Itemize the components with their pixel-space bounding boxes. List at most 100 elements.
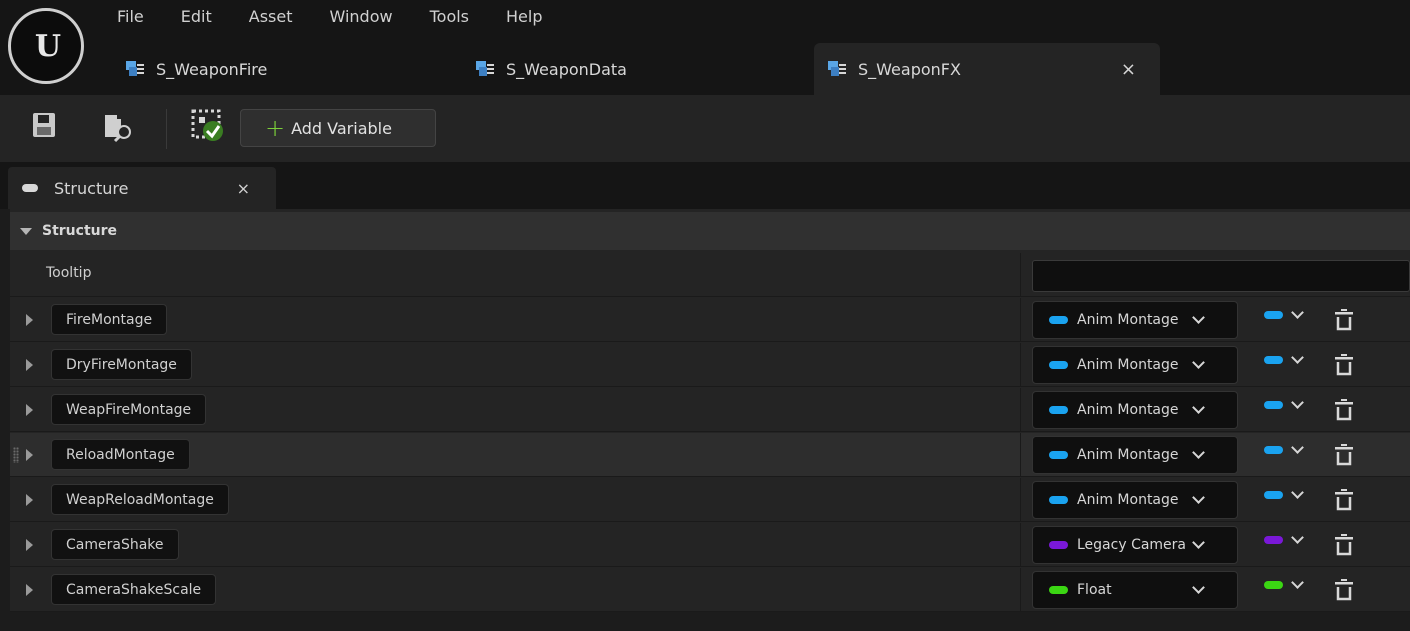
add-variable-label: Add Variable [291,118,392,138]
chevron-down-icon [1192,491,1205,504]
tab-s-weaponfire[interactable]: S_WeaponFire [112,43,452,95]
toolbar-separator [166,109,167,149]
menu-help[interactable]: Help [506,7,542,26]
member-type-select[interactable]: Legacy Camera Shake [1032,526,1238,564]
member-type-select[interactable]: Anim Montage [1032,391,1238,429]
expand-arrow-icon[interactable] [26,359,33,371]
expand-arrow-icon[interactable] [26,494,33,506]
container-type-select[interactable] [1264,576,1304,589]
pin-type-icon [1264,401,1283,409]
chevron-down-icon [1291,486,1304,499]
member-type-select[interactable]: Anim Montage [1032,481,1238,519]
unreal-logo[interactable]: U [8,8,84,84]
trash-icon[interactable] [1335,444,1353,466]
menu-file[interactable]: File [117,7,144,26]
add-variable-button[interactable]: + Add Variable [240,109,436,147]
member-type-select[interactable]: Anim Montage [1032,301,1238,339]
member-name-field[interactable]: ReloadMontage [51,439,190,470]
member-type-label: Anim Montage [1077,312,1179,328]
tab-label: S_WeaponFire [156,59,268,79]
chevron-down-icon [1192,536,1205,549]
container-type-select[interactable] [1264,531,1304,544]
trash-icon[interactable] [1335,579,1353,601]
plus-icon: + [265,114,286,142]
member-name-field[interactable]: WeapFireMontage [51,394,207,425]
pin-type-icon [1049,496,1068,504]
tab-label: S_WeaponFX [858,59,961,79]
member-type-label: Legacy Camera Shake [1077,537,1186,553]
pin-type-icon [1264,491,1283,499]
struct-asset-icon [126,61,144,77]
close-icon[interactable]: × [237,179,250,198]
member-row: CameraShakeScale Float [10,568,1410,612]
trash-icon[interactable] [1335,309,1353,331]
tooltip-input[interactable] [1032,260,1410,292]
panel-tab-label: Structure [54,178,129,198]
member-row: DryFireMontage Anim Montage [10,343,1410,387]
tab-structure[interactable]: Structure × [8,167,276,209]
member-row: FireMontage Anim Montage [10,298,1410,342]
menu-window[interactable]: Window [330,7,393,26]
expand-arrow-icon[interactable] [26,404,33,416]
menu-tools[interactable]: Tools [430,7,469,26]
pin-type-icon [1049,406,1068,414]
menu-edit[interactable]: Edit [181,7,212,26]
chevron-down-icon [1291,306,1304,319]
chevron-down-icon [1291,531,1304,544]
member-name-field[interactable]: CameraShake [51,529,179,560]
member-type-select[interactable]: Anim Montage [1032,436,1238,474]
expand-arrow-icon[interactable] [26,449,33,461]
column-divider [1020,478,1021,521]
tooltip-label: Tooltip [46,265,92,281]
pin-type-icon [1264,356,1283,364]
pin-type-icon [1264,581,1283,589]
toolbar: + Add Variable [0,95,1410,162]
category-label: Structure [42,223,118,239]
browse-icon[interactable] [104,113,134,143]
member-row: ReloadMontage Anim Montage [10,433,1410,477]
tab-s-weapondata[interactable]: S_WeaponData [462,43,802,95]
close-icon[interactable]: × [1121,59,1136,80]
unreal-logo-mark: U [34,28,61,64]
validate-icon[interactable] [191,109,225,143]
member-type-select[interactable]: Anim Montage [1032,346,1238,384]
trash-icon[interactable] [1335,534,1353,556]
member-name-field[interactable]: WeapReloadMontage [51,484,229,515]
expand-arrow-icon[interactable] [26,539,33,551]
category-structure[interactable]: Structure [10,212,1410,250]
container-type-select[interactable] [1264,486,1304,499]
menu-asset[interactable]: Asset [249,7,293,26]
column-divider [1020,298,1021,341]
chevron-down-icon [1192,446,1205,459]
chevron-down-icon [1192,581,1205,594]
column-divider [1020,568,1021,611]
panel-tab-strip: Structure × [0,162,1410,209]
trash-icon[interactable] [1335,489,1353,511]
container-type-select[interactable] [1264,306,1304,319]
expand-arrow-icon[interactable] [26,314,33,326]
save-icon[interactable] [33,113,55,137]
title-bar: U File Edit Asset Window Tools Help S_We… [0,0,1410,95]
chevron-down-icon [1192,311,1205,324]
container-type-select[interactable] [1264,396,1304,409]
member-type-select[interactable]: Float [1032,571,1238,609]
member-name-field[interactable]: FireMontage [51,304,168,335]
column-divider [1020,433,1021,476]
chevron-down-icon [1291,351,1304,364]
trash-icon[interactable] [1335,399,1353,421]
member-name-field[interactable]: CameraShakeScale [51,574,217,605]
expand-arrow-icon[interactable] [26,584,33,596]
chevron-down-icon [1291,576,1304,589]
container-type-select[interactable] [1264,351,1304,364]
member-name-field[interactable]: DryFireMontage [51,349,192,380]
tooltip-row: Tooltip [10,253,1410,297]
tab-label: S_WeaponData [506,59,627,79]
tab-s-weaponfx[interactable]: S_WeaponFX × [814,43,1160,95]
container-type-select[interactable] [1264,441,1304,454]
member-row: WeapReloadMontage Anim Montage [10,478,1410,522]
trash-icon[interactable] [1335,354,1353,376]
column-divider [1020,253,1021,296]
chevron-down-icon [1192,401,1205,414]
member-type-label: Anim Montage [1077,447,1179,463]
drag-handle-icon[interactable] [13,447,19,463]
